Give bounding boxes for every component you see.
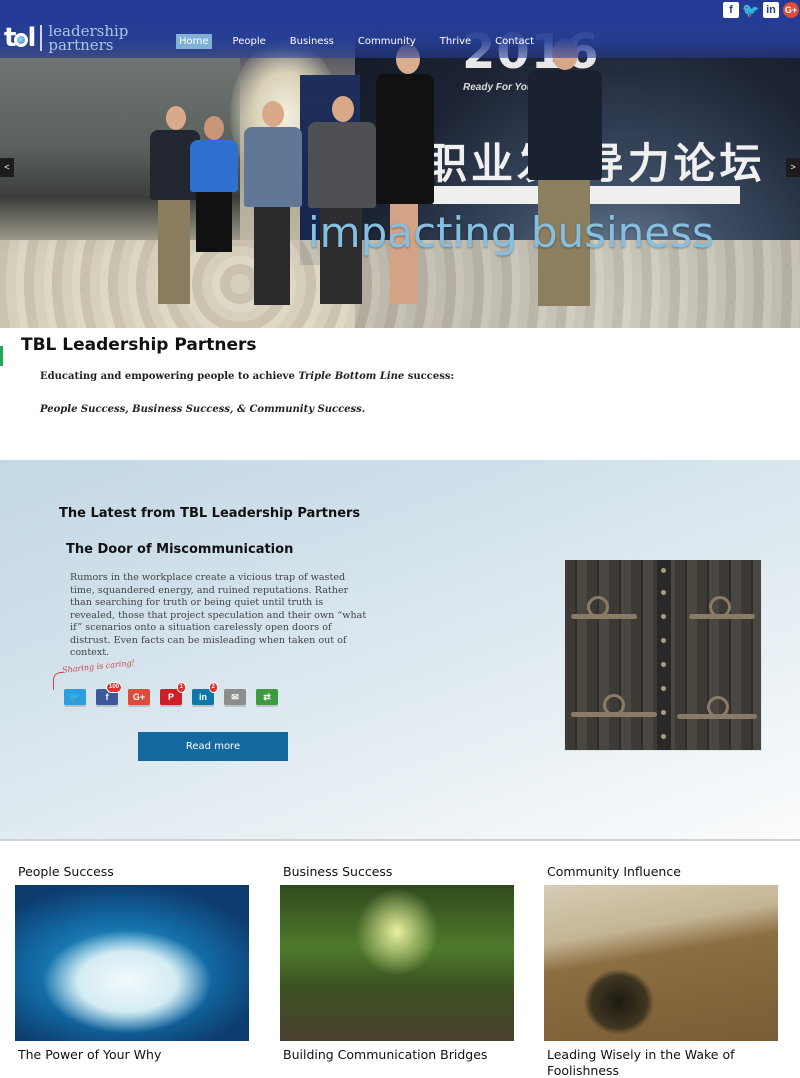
twitter-icon: 🐦 xyxy=(69,691,81,702)
door-stud xyxy=(661,686,666,691)
door-stud xyxy=(661,590,666,595)
door-stud xyxy=(661,710,666,715)
share-more-button[interactable]: ⇄ xyxy=(256,689,278,705)
door-stud xyxy=(661,662,666,667)
slider-prev-button[interactable]: < xyxy=(0,158,14,177)
share-twitter-button[interactable]: 🐦 xyxy=(64,689,86,705)
open-book-image[interactable] xyxy=(544,885,778,1041)
intro-accent-bar xyxy=(0,346,3,366)
card-post-title[interactable]: The Power of Your Why xyxy=(18,1047,249,1063)
intro-mission: Educating and empowering people to achie… xyxy=(40,371,454,382)
card-category[interactable]: Business Success xyxy=(283,864,514,884)
facebook-icon: f xyxy=(105,692,109,702)
google-plus-icon: G+ xyxy=(132,692,146,702)
hero-person xyxy=(308,96,376,306)
door-scroll xyxy=(707,696,729,718)
share-email-button[interactable]: ✉ xyxy=(224,689,246,705)
site-logo[interactable]: tl leadership partners xyxy=(4,22,128,54)
share-linkedin-button[interactable]: in 2 xyxy=(192,682,218,705)
latest-section-title: The Latest from TBL Leadership Partners xyxy=(59,506,361,521)
read-more-button[interactable]: Read more xyxy=(138,732,288,761)
card-category[interactable]: Community Influence xyxy=(547,864,778,884)
door-stud xyxy=(661,614,666,619)
logo-divider xyxy=(40,25,43,51)
category-card-people: People Success The Power of Your Why xyxy=(15,864,249,1063)
email-icon: ✉ xyxy=(231,691,239,702)
share-count-badge: 1 xyxy=(176,682,186,693)
hero-tagline: impacting business xyxy=(308,208,714,257)
post-title[interactable]: The Door of Miscommunication xyxy=(66,542,293,557)
intro-success-list: People Success, Business Success, & Comm… xyxy=(40,404,366,415)
pinterest-icon: P xyxy=(167,692,174,702)
latest-posts-section: The Latest from TBL Leadership Partners … xyxy=(0,460,800,841)
card-post-title[interactable]: Building Communication Bridges xyxy=(283,1047,514,1063)
door-scroll xyxy=(603,694,625,716)
share-note: Sharing is caring! xyxy=(61,658,136,675)
nav-business[interactable]: Business xyxy=(287,34,337,49)
nav-people[interactable]: People xyxy=(230,34,269,49)
share-google-plus-button[interactable]: G+ xyxy=(128,689,150,705)
logo-globe-icon xyxy=(14,33,29,47)
site-header: tl leadership partners Home People Busin… xyxy=(0,0,800,58)
nav-thrive[interactable]: Thrive xyxy=(437,34,474,49)
hero-person xyxy=(528,38,602,306)
slider-next-button[interactable]: > xyxy=(786,158,800,177)
category-card-community: Community Influence Leading Wisely in th… xyxy=(544,864,778,1078)
card-post-title[interactable]: Leading Wisely in the Wake of Foolishnes… xyxy=(547,1047,778,1078)
logo-line-2: partners xyxy=(48,36,114,54)
google-plus-icon[interactable]: G+ xyxy=(783,2,799,18)
category-card-business: Business Success Building Communication … xyxy=(280,864,514,1063)
nav-community[interactable]: Community xyxy=(355,34,419,49)
intro-mission-start: Educating and empowering people to achie… xyxy=(40,371,299,382)
share-facebook-button[interactable]: f 100 xyxy=(96,682,122,705)
facebook-icon[interactable]: f xyxy=(723,2,739,18)
intro-mission-emphasis: Triple Bottom Line xyxy=(298,371,405,382)
post-featured-image[interactable] xyxy=(565,560,761,750)
surfer-wave-image[interactable] xyxy=(15,885,249,1041)
forest-bridge-image[interactable] xyxy=(280,885,514,1041)
post-excerpt: Rumors in the workplace create a vicious… xyxy=(70,572,367,658)
door-stud xyxy=(661,734,666,739)
logo-mark: tl xyxy=(4,23,36,53)
door-stud xyxy=(661,638,666,643)
chevron-right-icon: > xyxy=(790,162,796,172)
linkedin-icon: in xyxy=(199,692,207,702)
intro-title: TBL Leadership Partners xyxy=(21,335,257,355)
hero-person xyxy=(372,44,438,306)
chevron-left-icon: < xyxy=(4,162,10,172)
share-arrow-icon xyxy=(53,672,63,690)
hero-person xyxy=(244,101,302,306)
door-seam xyxy=(657,560,671,750)
twitter-icon[interactable]: 🐦 xyxy=(742,2,759,18)
share-pinterest-button[interactable]: P1 xyxy=(160,682,186,705)
intro-mission-end: success: xyxy=(404,371,455,382)
door-scroll xyxy=(587,596,609,618)
hero-person xyxy=(190,116,240,306)
nav-contact[interactable]: Contact xyxy=(492,34,537,49)
share-count-badge: 100 xyxy=(105,682,122,693)
share-buttons: 🐦 f 100 G+ P1 in 2 ✉ ⇄ xyxy=(64,682,278,705)
share-more-icon: ⇄ xyxy=(263,691,271,702)
logo-text: leadership partners xyxy=(48,24,128,54)
card-category[interactable]: People Success xyxy=(18,864,249,884)
door-scroll xyxy=(709,596,731,618)
share-count-badge: 2 xyxy=(208,682,218,693)
door-stud xyxy=(661,568,666,573)
main-nav: Home People Business Community Thrive Co… xyxy=(176,34,555,49)
social-links: f 🐦 in G+ xyxy=(723,2,799,18)
linkedin-icon[interactable]: in xyxy=(763,2,779,18)
nav-home[interactable]: Home xyxy=(176,34,212,49)
